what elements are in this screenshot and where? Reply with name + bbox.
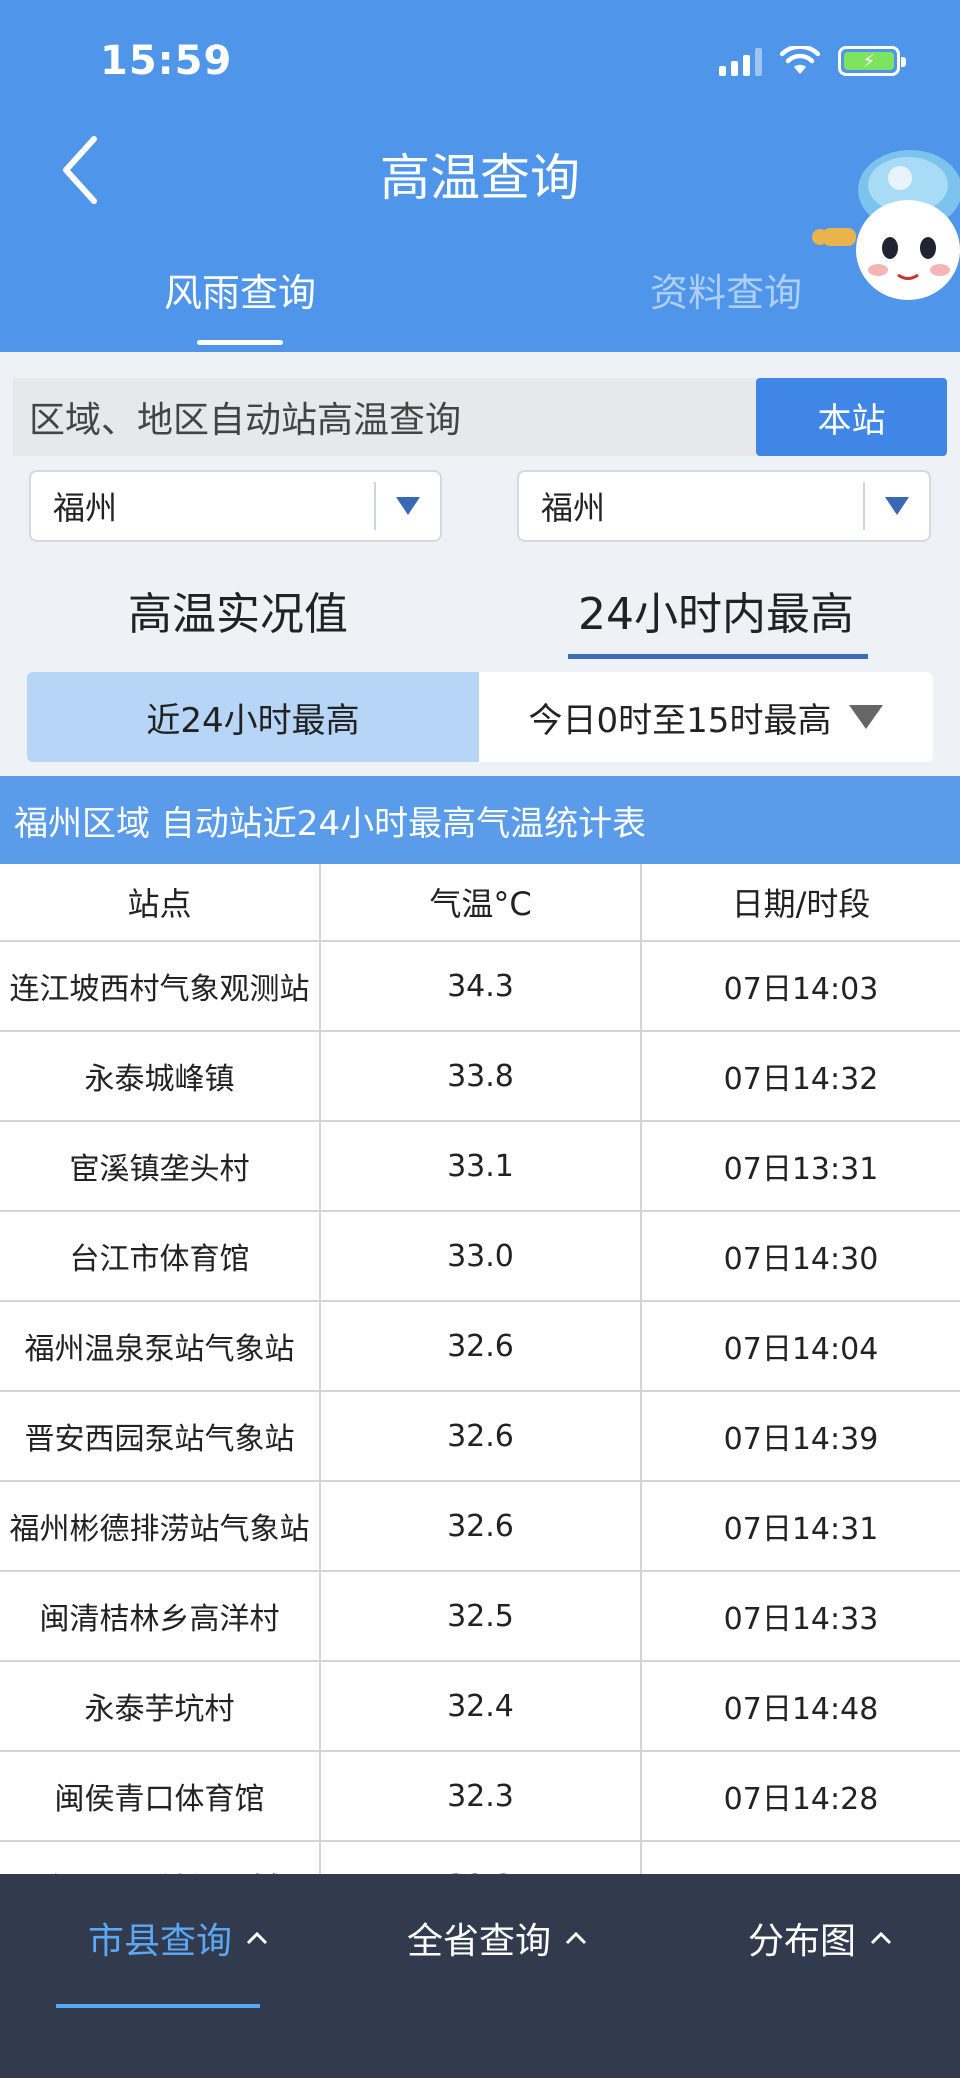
column-header-temperature: 气温°C bbox=[321, 864, 642, 940]
nav-distribution-map[interactable]: 分布图 bbox=[748, 1912, 892, 1964]
subtab-row: 近24小时最高 今日0时至15时最高 bbox=[27, 672, 933, 762]
table-row[interactable]: 宦溪镇垄头村 33.1 07日13:31 bbox=[0, 1122, 960, 1212]
datetime-cell: 07日14:03 bbox=[723, 972, 879, 1007]
station-cell: 闽侯青口体育馆 bbox=[0, 1752, 321, 1840]
table-row[interactable]: 永泰芋坑村 32.4 07日14:48 bbox=[0, 1662, 960, 1752]
region-select-value: 福州 bbox=[53, 489, 118, 527]
caret-down-icon bbox=[849, 705, 884, 729]
column-header-datetime: 日期/时段 bbox=[731, 885, 871, 923]
column-header-station: 站点 bbox=[0, 864, 321, 940]
datetime-cell: 07日14:33 bbox=[723, 1602, 879, 1637]
datetime-cell: 07日14:04 bbox=[723, 1332, 879, 1367]
temperature-cell: 32.6 bbox=[321, 1392, 642, 1480]
temperature-cell: 33.1 bbox=[321, 1122, 642, 1210]
search-label: 区域、地区自动站高温查询 bbox=[13, 378, 756, 456]
temperature-cell: 34.3 bbox=[321, 942, 642, 1030]
temperature-cell: 32.6 bbox=[321, 1302, 642, 1390]
nav-active-indicator bbox=[56, 2004, 260, 2008]
table-row[interactable]: 闽清桔林乡高洋村 32.5 07日14:33 bbox=[0, 1572, 960, 1662]
station-cell: 宦溪镇垄头村 bbox=[0, 1122, 321, 1210]
mode-tab-indicator bbox=[568, 654, 868, 659]
tab-weather-query[interactable]: 风雨查询 bbox=[164, 262, 316, 317]
datetime-cell: 07日14:28 bbox=[723, 1782, 879, 1817]
table-header-row: 站点 气温°C 日期/时段 bbox=[0, 864, 960, 942]
bottom-nav: 市县查询 全省查询 分布图 bbox=[0, 1874, 960, 2078]
temperature-cell: 33.8 bbox=[321, 1032, 642, 1120]
status-icons: ⚡ bbox=[719, 46, 906, 76]
station-cell: 晋安西园泵站气象站 bbox=[0, 1392, 321, 1480]
temperature-cell: 32.6 bbox=[321, 1482, 642, 1570]
datetime-cell: 07日14:32 bbox=[723, 1062, 879, 1097]
high-temp-table: 站点 气温°C 日期/时段 连江坡西村气象观测站 34.3 07日14:03 永… bbox=[0, 864, 960, 1932]
tab-data-query[interactable]: 资料查询 bbox=[650, 262, 802, 317]
chevron-up-icon bbox=[565, 1931, 587, 1945]
subtab-today-0-15[interactable]: 今日0时至15时最高 bbox=[479, 672, 933, 762]
tab-active-indicator bbox=[197, 340, 283, 345]
table-row[interactable]: 福州彬德排涝站气象站 32.6 07日14:31 bbox=[0, 1482, 960, 1572]
local-station-button[interactable]: 本站 bbox=[756, 378, 947, 456]
status-time: 15:59 bbox=[100, 38, 233, 84]
temperature-cell: 32.3 bbox=[321, 1752, 642, 1840]
wifi-icon bbox=[780, 46, 820, 74]
table-row[interactable]: 台江市体育馆 33.0 07日14:30 bbox=[0, 1212, 960, 1302]
datetime-cell: 07日14:39 bbox=[723, 1422, 879, 1457]
datetime-cell: 07日14:48 bbox=[723, 1692, 879, 1727]
signal-icon bbox=[719, 46, 762, 76]
station-cell: 福州彬德排涝站气象站 bbox=[0, 1482, 321, 1570]
nav-province-query[interactable]: 全省查询 bbox=[407, 1912, 587, 1964]
table-title: 福州区域 自动站近24小时最高气温统计表 bbox=[0, 776, 960, 864]
nav-city-county-query[interactable]: 市县查询 bbox=[88, 1912, 268, 1964]
station-cell: 台江市体育馆 bbox=[0, 1212, 321, 1300]
area-select[interactable]: 福州 bbox=[517, 470, 931, 542]
nav-province-label: 全省查询 bbox=[407, 1921, 552, 1962]
datetime-cell: 07日14:30 bbox=[723, 1242, 879, 1277]
temperature-cell: 32.4 bbox=[321, 1662, 642, 1750]
subtab-last-24h[interactable]: 近24小时最高 bbox=[27, 672, 479, 762]
table-row[interactable]: 福州温泉泵站气象站 32.6 07日14:04 bbox=[0, 1302, 960, 1392]
table-row[interactable]: 永泰城峰镇 33.8 07日14:32 bbox=[0, 1032, 960, 1122]
datetime-cell: 07日14:31 bbox=[723, 1512, 879, 1547]
station-cell: 闽清桔林乡高洋村 bbox=[0, 1572, 321, 1660]
station-cell: 福州温泉泵站气象站 bbox=[0, 1302, 321, 1390]
subtab-last-24h-label: 近24小时最高 bbox=[146, 700, 360, 741]
chevron-up-icon bbox=[246, 1931, 268, 1945]
app-header: 15:59 ⚡ 高温查询 风雨查询 资料查询 bbox=[0, 0, 960, 352]
station-cell: 连江坡西村气象观测站 bbox=[0, 942, 321, 1030]
subtab-today-label: 今日0时至15时最高 bbox=[528, 700, 832, 741]
caret-down-icon bbox=[865, 497, 929, 515]
nav-city-county-label: 市县查询 bbox=[88, 1921, 233, 1962]
temperature-cell: 32.5 bbox=[321, 1572, 642, 1660]
tab-24h-max[interactable]: 24小时内最高 bbox=[578, 578, 854, 642]
tab-realtime-high[interactable]: 高温实况值 bbox=[128, 578, 348, 642]
search-row: 区域、地区自动站高温查询 本站 bbox=[13, 378, 947, 456]
caret-down-icon bbox=[376, 497, 440, 515]
chevron-up-icon bbox=[870, 1931, 892, 1945]
area-select-value: 福州 bbox=[541, 489, 606, 527]
table-row[interactable]: 闽侯青口体育馆 32.3 07日14:28 bbox=[0, 1752, 960, 1842]
table-row[interactable]: 晋安西园泵站气象站 32.6 07日14:39 bbox=[0, 1392, 960, 1482]
mascot-illustration bbox=[812, 150, 960, 300]
battery-icon: ⚡ bbox=[838, 46, 906, 76]
station-cell: 永泰城峰镇 bbox=[0, 1032, 321, 1120]
station-cell: 永泰芋坑村 bbox=[0, 1662, 321, 1750]
nav-distribution-label: 分布图 bbox=[748, 1921, 857, 1962]
table-row[interactable]: 连江坡西村气象观测站 34.3 07日14:03 bbox=[0, 942, 960, 1032]
region-select[interactable]: 福州 bbox=[29, 470, 442, 542]
datetime-cell: 07日13:31 bbox=[723, 1152, 879, 1187]
temperature-cell: 33.0 bbox=[321, 1212, 642, 1300]
